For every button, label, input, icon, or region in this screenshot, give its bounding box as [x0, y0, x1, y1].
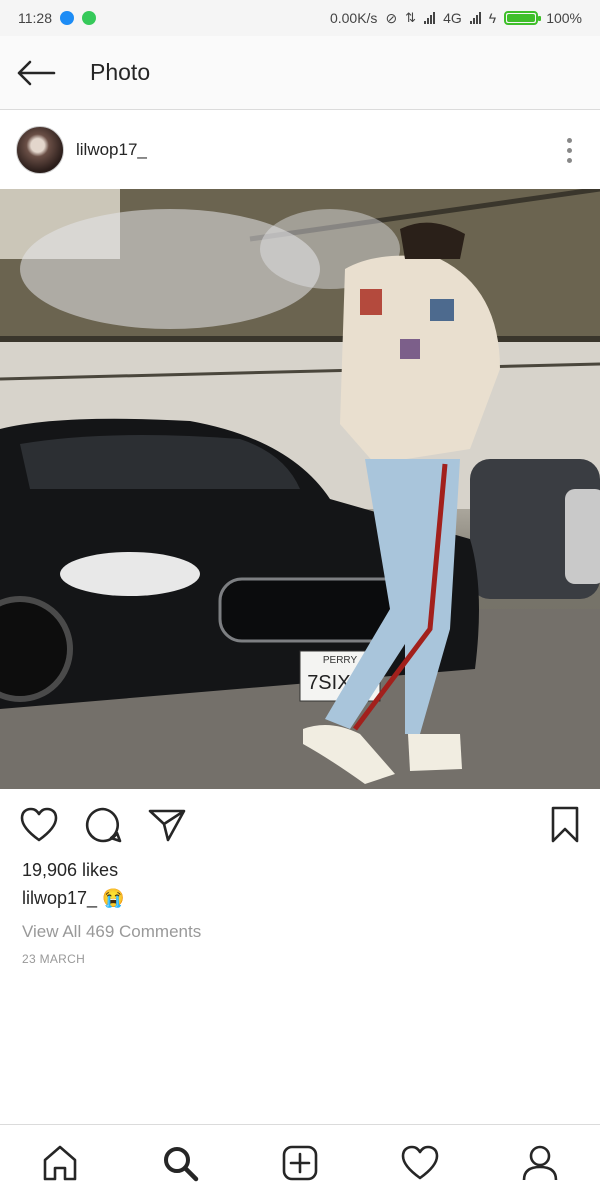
post-photo[interactable]: PERRY 7SIX39 — [0, 189, 600, 789]
search-icon — [164, 1146, 199, 1181]
person-shoe — [408, 734, 462, 771]
network-type: 4G — [443, 10, 462, 26]
bookmark-icon[interactable] — [550, 806, 580, 844]
profile-icon — [522, 1145, 558, 1180]
arrow-left-icon — [17, 60, 56, 85]
view-comments-link[interactable]: View All 469 Comments — [22, 922, 201, 942]
jacket-print — [430, 299, 454, 321]
plate-brand: PERRY — [323, 655, 358, 666]
status-bar: 11:28 0.00K/s ⊘ ⇅ 4G ϟ 100% — [0, 0, 600, 36]
photo-illustration: PERRY 7SIX39 — [0, 189, 600, 789]
whatsapp-icon — [82, 11, 96, 25]
likes-count[interactable]: 19,906 likes — [22, 860, 118, 881]
signal-icon — [424, 12, 436, 24]
post-caption: lilwop17_ 😭 — [22, 888, 125, 908]
background-car-white — [565, 489, 600, 584]
nav-add-button[interactable] — [270, 1133, 330, 1193]
messenger-icon — [60, 11, 74, 25]
app-header: Photo — [0, 36, 600, 110]
nav-home-button[interactable] — [30, 1133, 90, 1193]
more-dot — [566, 137, 572, 143]
nav-search-button[interactable] — [150, 1133, 210, 1193]
data-transfer-icon: ⇅ — [405, 10, 417, 25]
more-options-button[interactable] — [554, 137, 584, 163]
activity-heart-icon — [401, 1145, 439, 1179]
post-actions — [0, 800, 600, 850]
signal-icon-2 — [469, 12, 481, 24]
send-icon[interactable] — [148, 807, 186, 843]
jacket-print — [400, 339, 420, 359]
home-icon — [43, 1145, 77, 1180]
jacket-print — [360, 289, 382, 315]
car-headlight — [60, 552, 200, 596]
heart-icon[interactable] — [20, 807, 58, 843]
add-post-icon — [282, 1145, 318, 1180]
post-header: lilwop17_ — [0, 111, 600, 189]
nav-profile-button[interactable] — [510, 1133, 570, 1193]
status-time: 11:28 — [18, 10, 52, 26]
nav-activity-button[interactable] — [390, 1133, 450, 1193]
more-dot — [566, 147, 572, 153]
charging-icon: ϟ — [488, 10, 497, 26]
network-speed: 0.00K/s — [329, 10, 378, 26]
battery-icon — [504, 11, 542, 25]
battery-percent: 100% — [546, 10, 582, 26]
bottom-nav — [0, 1124, 600, 1200]
comment-icon[interactable] — [84, 806, 122, 844]
car-wheel — [0, 596, 73, 702]
more-dot — [566, 157, 572, 163]
sync-off-icon: ⊘ — [385, 9, 398, 26]
avatar[interactable] — [16, 126, 64, 174]
page-title: Photo — [90, 59, 151, 85]
post-username[interactable]: lilwop17_ — [76, 140, 147, 160]
post-date: 23 MARCH — [22, 952, 86, 966]
back-button[interactable] — [0, 36, 72, 110]
